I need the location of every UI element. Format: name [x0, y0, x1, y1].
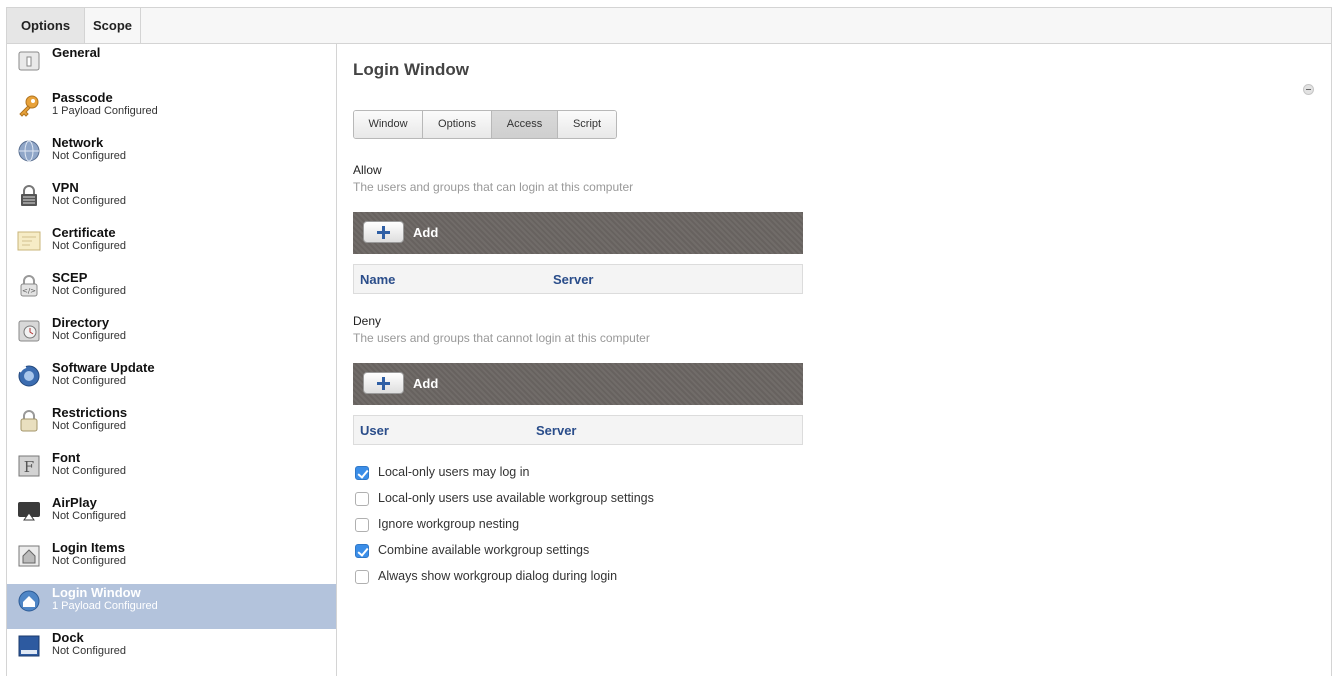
sidebar-item-label: Network: [52, 135, 104, 150]
sidebar-item-status: Not Configured: [52, 555, 126, 567]
segment-script[interactable]: Script: [558, 111, 616, 138]
vpn-lock-icon: [21, 185, 37, 206]
sidebar-item-status: Not Configured: [52, 150, 126, 162]
sidebar-item-login-items[interactable]: Login Items Not Configured: [7, 539, 336, 584]
key-icon: [19, 95, 39, 117]
segment-options[interactable]: Options: [423, 111, 492, 138]
segment-window[interactable]: Window: [354, 111, 423, 138]
column-header-server[interactable]: Server: [553, 272, 593, 287]
sidebar-item-software-update[interactable]: Software Update Not Configured: [7, 359, 336, 404]
checkbox[interactable]: [355, 466, 369, 480]
plus-icon: [377, 377, 390, 390]
sidebar-item-status: Not Configured: [52, 645, 126, 657]
allow-table-header: Name Server: [353, 264, 803, 294]
sidebar-item-passcode[interactable]: Passcode 1 Payload Configured: [7, 89, 336, 134]
certificate-icon: [17, 231, 41, 251]
scep-lock-icon: </>: [20, 275, 38, 297]
sidebar-item-status: Not Configured: [52, 420, 126, 432]
sidebar-item-status: 1 Payload Configured: [52, 105, 158, 117]
software-update-icon: [18, 365, 40, 387]
allow-title: Allow: [353, 163, 382, 177]
sidebar-item-font[interactable]: F Font Not Configured: [7, 449, 336, 494]
sidebar-item-directory[interactable]: Directory Not Configured: [7, 314, 336, 359]
app-frame: Options Scope General Passcode 1 Payload…: [6, 7, 1332, 676]
sidebar-item-label: Login Items: [52, 540, 125, 555]
sidebar-item-login-window[interactable]: Login Window 1 Payload Configured: [7, 584, 336, 629]
checkbox[interactable]: [355, 570, 369, 584]
checkbox-label: Always show workgroup dialog during logi…: [378, 569, 618, 583]
checkbox-label: Ignore workgroup nesting: [378, 517, 520, 531]
main-panel: Login Window Window Options Access Scrip…: [338, 44, 1331, 676]
deny-add-label: Add: [413, 376, 439, 391]
sidebar-item-label: Restrictions: [52, 405, 128, 420]
allow-add-label: Add: [413, 225, 439, 240]
sidebar-item-status: Not Configured: [52, 195, 126, 207]
segment-access[interactable]: Access: [492, 111, 558, 138]
deny-table-header: User Server: [353, 415, 803, 445]
allow-add-button[interactable]: [363, 221, 404, 243]
sidebar-item-status: Not Configured: [52, 330, 126, 342]
sidebar-item-dock[interactable]: Dock Not Configured: [7, 629, 336, 674]
sidebar-item-certificate[interactable]: Certificate Not Configured: [7, 224, 336, 269]
directory-icon: [18, 320, 40, 342]
general-icon: [18, 51, 40, 71]
airplay-icon: [18, 502, 40, 521]
plus-icon: [377, 226, 390, 239]
sidebar-item-label: Login Window: [52, 585, 141, 600]
sidebar-item-restrictions[interactable]: Restrictions Not Configured: [7, 404, 336, 449]
sidebar-item-label: Certificate: [52, 225, 116, 240]
sidebar-item-scep[interactable]: </> SCEP Not Configured: [7, 269, 336, 314]
checkbox[interactable]: [355, 544, 369, 558]
deny-title: Deny: [353, 314, 382, 328]
sidebar-item-vpn[interactable]: VPN Not Configured: [7, 179, 336, 224]
sidebar-item-general[interactable]: General: [7, 44, 336, 89]
top-tab-bar: Options Scope: [7, 8, 1331, 44]
checkbox-label: Local-only users may log in: [378, 465, 530, 479]
sidebar-item-label: AirPlay: [52, 495, 97, 510]
font-icon: F: [18, 455, 40, 477]
deny-description: The users and groups that cannot login a…: [353, 331, 650, 345]
sidebar-item-label: Font: [52, 450, 81, 465]
sidebar-item-network[interactable]: Network Not Configured: [7, 134, 336, 179]
collapse-icon[interactable]: [1303, 84, 1314, 95]
sidebar-item-status: Not Configured: [52, 240, 126, 252]
deny-add-button[interactable]: [363, 372, 404, 394]
column-header-name[interactable]: Name: [360, 272, 395, 287]
sidebar-item-status: Not Configured: [52, 375, 126, 387]
sidebar-item-status: Not Configured: [52, 285, 126, 297]
column-header-server[interactable]: Server: [536, 423, 576, 438]
sidebar: General Passcode 1 Payload Configured Ne…: [7, 44, 337, 676]
sidebar-item-label: General: [52, 45, 101, 60]
allow-description: The users and groups that can login at t…: [353, 180, 634, 194]
globe-icon: [18, 140, 40, 162]
login-window-icon: [18, 590, 40, 612]
sidebar-item-label: SCEP: [52, 270, 88, 285]
dock-icon: [18, 635, 40, 657]
sidebar-item-label: Passcode: [52, 90, 113, 105]
allow-add-bar: Add: [353, 212, 803, 254]
sidebar-item-label: Dock: [52, 630, 84, 645]
deny-add-bar: Add: [353, 363, 803, 405]
sidebar-item-status: Not Configured: [52, 510, 126, 522]
svg-text:</>: </>: [22, 287, 36, 295]
restrictions-lock-icon: [20, 410, 38, 432]
tab-options[interactable]: Options: [7, 8, 85, 43]
page-title: Login Window: [353, 60, 469, 79]
svg-text:F: F: [24, 458, 34, 476]
login-items-icon: [18, 545, 40, 567]
segment-control: Window Options Access Script: [353, 110, 617, 139]
sidebar-item-label: Directory: [52, 315, 110, 330]
checkbox[interactable]: [355, 518, 369, 532]
sidebar-item-label: VPN: [52, 180, 79, 195]
tab-scope[interactable]: Scope: [85, 8, 141, 43]
sidebar-item-airplay[interactable]: AirPlay Not Configured: [7, 494, 336, 539]
sidebar-item-label: Software Update: [52, 360, 155, 375]
checkbox[interactable]: [355, 492, 369, 506]
sidebar-item-status: Not Configured: [52, 465, 126, 477]
column-header-user[interactable]: User: [360, 423, 389, 438]
checkbox-label: Combine available workgroup settings: [378, 543, 590, 557]
sidebar-item-status: 1 Payload Configured: [52, 600, 158, 612]
checkbox-label: Local-only users use available workgroup…: [378, 491, 654, 505]
